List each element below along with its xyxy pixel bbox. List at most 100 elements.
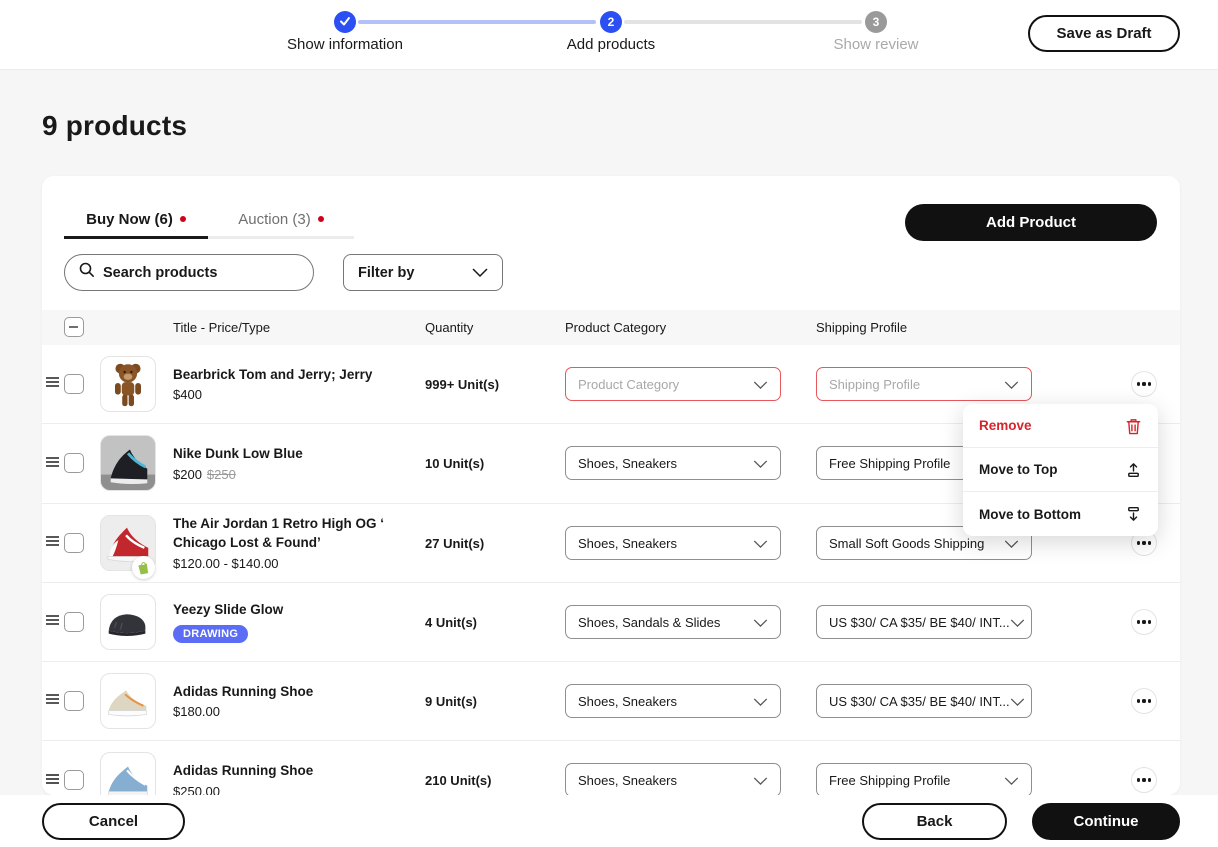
add-product-button[interactable]: Add Product bbox=[905, 204, 1157, 241]
check-icon bbox=[339, 15, 351, 30]
table-header: Title - Price/Type Quantity Product Cate… bbox=[42, 310, 1180, 345]
step-3-number: 3 bbox=[873, 15, 880, 29]
back-button[interactable]: Back bbox=[862, 803, 1007, 840]
tab-bar: Buy Now (6) Auction (3) bbox=[64, 202, 354, 239]
filter-by-dropdown[interactable]: Filter by bbox=[343, 254, 503, 291]
step-1-label[interactable]: Show information bbox=[255, 36, 435, 53]
product-price: $400 bbox=[173, 387, 418, 402]
wizard-header: Show information 2 Add products 3 Show r… bbox=[0, 0, 1218, 70]
buy-now-alert-dot bbox=[180, 216, 186, 222]
page-title: 9 products bbox=[42, 110, 187, 142]
save-as-draft-button[interactable]: Save as Draft bbox=[1028, 15, 1180, 52]
product-price: $120.00 - $140.00 bbox=[173, 556, 418, 571]
stepper-connector-active bbox=[358, 20, 596, 24]
row-more-button[interactable] bbox=[1131, 609, 1157, 635]
chevron-down-icon bbox=[753, 377, 768, 392]
action-footer: Cancel Back Continue bbox=[0, 795, 1218, 847]
product-image-adidas-cream bbox=[100, 673, 156, 729]
products-card: Buy Now (6) Auction (3) Add Product Filt… bbox=[42, 176, 1180, 795]
product-title: Bearbrick Tom and Jerry; Jerry bbox=[173, 366, 418, 385]
drag-handle-icon[interactable] bbox=[45, 455, 60, 473]
product-image-adidas-blue bbox=[100, 752, 156, 795]
product-title: Yeezy Slide Glow bbox=[173, 601, 418, 620]
shipping-dropdown[interactable]: US $30/ CA $35/ BE $40/ INT... bbox=[816, 605, 1032, 639]
chevron-down-icon bbox=[1010, 615, 1025, 630]
row-checkbox[interactable] bbox=[64, 374, 84, 394]
drawing-status-badge: DRAWING bbox=[173, 625, 248, 643]
drag-handle-icon[interactable] bbox=[45, 772, 60, 790]
search-icon bbox=[79, 262, 95, 283]
header-category: Product Category bbox=[565, 310, 666, 345]
step-1-circle[interactable] bbox=[334, 11, 356, 33]
product-quantity: 10 Unit(s) bbox=[425, 424, 560, 503]
chevron-down-icon bbox=[1010, 694, 1025, 709]
chevron-down-icon bbox=[753, 456, 768, 471]
menu-item-move-to-bottom[interactable]: Move to Bottom bbox=[963, 492, 1158, 536]
step-3-label[interactable]: Show review bbox=[786, 36, 966, 53]
shipping-dropdown[interactable]: Shipping Profile bbox=[816, 367, 1032, 401]
move-to-top-icon bbox=[1125, 461, 1142, 479]
row-checkbox[interactable] bbox=[64, 453, 84, 473]
tab-auction[interactable]: Auction (3) bbox=[208, 202, 354, 239]
step-3-circle[interactable]: 3 bbox=[865, 11, 887, 33]
shopify-icon bbox=[132, 556, 155, 579]
search-input[interactable] bbox=[103, 265, 273, 281]
product-image-nike-dunk bbox=[100, 435, 156, 491]
row-context-menu: Remove Move to Top Move to Bottom bbox=[963, 404, 1158, 536]
product-price: $250.00 bbox=[173, 784, 418, 795]
cancel-button[interactable]: Cancel bbox=[42, 803, 185, 840]
drag-handle-icon[interactable] bbox=[45, 613, 60, 631]
row-more-button[interactable] bbox=[1131, 767, 1157, 793]
product-price: $200 bbox=[173, 467, 202, 482]
header-quantity: Quantity bbox=[425, 310, 473, 345]
category-dropdown[interactable]: Product Category bbox=[565, 367, 781, 401]
tab-buy-now[interactable]: Buy Now (6) bbox=[64, 202, 208, 239]
product-title: The Air Jordan 1 Retro High OG ‘ Chicago… bbox=[173, 515, 418, 553]
shipping-dropdown[interactable]: US $30/ CA $35/ BE $40/ INT... bbox=[816, 684, 1032, 718]
product-quantity: 9 Unit(s) bbox=[425, 662, 560, 740]
product-image-yeezy-slide bbox=[100, 594, 156, 650]
select-all-checkbox[interactable] bbox=[64, 317, 84, 337]
chevron-down-icon bbox=[1004, 536, 1019, 551]
header-shipping: Shipping Profile bbox=[816, 310, 907, 345]
row-checkbox[interactable] bbox=[64, 612, 84, 632]
drag-handle-icon[interactable] bbox=[45, 692, 60, 710]
product-title: Nike Dunk Low Blue bbox=[173, 445, 418, 464]
product-quantity: 27 Unit(s) bbox=[425, 504, 560, 582]
menu-item-move-to-top[interactable]: Move to Top bbox=[963, 448, 1158, 492]
product-quantity: 4 Unit(s) bbox=[425, 583, 560, 661]
product-title: Adidas Running Shoe bbox=[173, 762, 418, 781]
table-row: Adidas Running Shoe $250.00 210 Unit(s) … bbox=[42, 741, 1180, 795]
row-checkbox[interactable] bbox=[64, 533, 84, 553]
product-old-price: $250 bbox=[207, 467, 236, 482]
row-checkbox[interactable] bbox=[64, 691, 84, 711]
product-image-bearbrick bbox=[100, 356, 156, 412]
chevron-down-icon bbox=[472, 264, 488, 282]
chevron-down-icon bbox=[753, 694, 768, 709]
chevron-down-icon bbox=[753, 773, 768, 788]
category-dropdown[interactable]: Shoes, Sneakers bbox=[565, 526, 781, 560]
row-more-button[interactable] bbox=[1131, 688, 1157, 714]
drag-handle-icon[interactable] bbox=[45, 534, 60, 552]
category-dropdown[interactable]: Shoes, Sandals & Slides bbox=[565, 605, 781, 639]
header-title: Title - Price/Type bbox=[173, 310, 270, 345]
step-2-label[interactable]: Add products bbox=[521, 36, 701, 53]
product-quantity: 210 Unit(s) bbox=[425, 741, 560, 795]
chevron-down-icon bbox=[753, 536, 768, 551]
table-row: Adidas Running Shoe $180.00 9 Unit(s) Sh… bbox=[42, 662, 1180, 741]
shipping-dropdown[interactable]: Free Shipping Profile bbox=[816, 763, 1032, 795]
menu-item-remove[interactable]: Remove bbox=[963, 404, 1158, 448]
category-dropdown[interactable]: Shoes, Sneakers bbox=[565, 763, 781, 795]
product-title: Adidas Running Shoe bbox=[173, 683, 418, 702]
drag-handle-icon[interactable] bbox=[45, 375, 60, 393]
row-checkbox[interactable] bbox=[64, 770, 84, 790]
continue-button[interactable]: Continue bbox=[1032, 803, 1180, 840]
search-box[interactable] bbox=[64, 254, 314, 291]
step-2-circle[interactable]: 2 bbox=[600, 11, 622, 33]
auction-alert-dot bbox=[318, 216, 324, 222]
row-more-button[interactable] bbox=[1131, 371, 1157, 397]
chevron-down-icon bbox=[1004, 377, 1019, 392]
trash-icon bbox=[1125, 417, 1142, 435]
category-dropdown[interactable]: Shoes, Sneakers bbox=[565, 684, 781, 718]
category-dropdown[interactable]: Shoes, Sneakers bbox=[565, 446, 781, 480]
